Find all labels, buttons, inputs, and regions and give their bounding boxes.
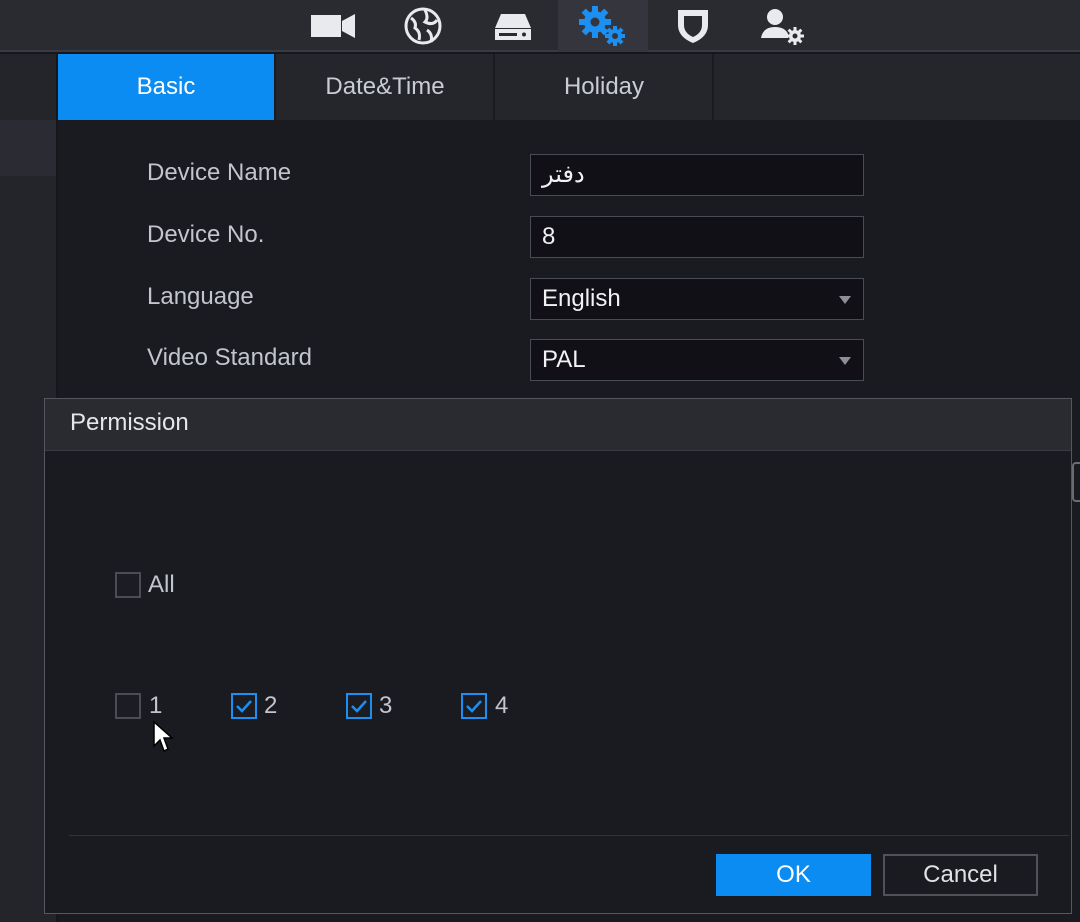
account-settings-icon[interactable] (738, 0, 828, 52)
top-toolbar (0, 0, 1080, 52)
tab-date-time[interactable]: Date&Time (277, 54, 495, 120)
device-name-label: Device Name (147, 159, 292, 186)
network-globe-icon[interactable] (378, 0, 468, 52)
system-settings-icon[interactable] (558, 0, 648, 52)
checkmark-icon (351, 700, 367, 713)
device-name-input[interactable]: دفتر (530, 154, 864, 196)
channel-2-checkbox[interactable] (231, 693, 257, 719)
language-label: Language (147, 283, 254, 310)
channel-3-checkbox[interactable] (346, 693, 372, 719)
chevron-down-icon (839, 357, 851, 365)
permission-dialog: Permission All 1 2 3 4 OK Cancel (44, 398, 1072, 914)
video-standard-select[interactable]: PAL (530, 339, 864, 381)
checkmark-icon (466, 700, 482, 713)
dialog-header: Permission (45, 399, 1071, 451)
channel-4-label: 4 (495, 692, 509, 719)
channel-3-label: 3 (379, 692, 393, 719)
channel-4-checkbox[interactable] (461, 693, 487, 719)
channel-1-label: 1 (149, 692, 163, 719)
footer-divider (69, 835, 1069, 836)
mouse-cursor-icon (153, 720, 174, 753)
tab-basic[interactable]: Basic (58, 54, 276, 120)
language-select[interactable]: English (530, 278, 864, 320)
channel-1-checkbox[interactable] (115, 693, 141, 719)
video-standard-label: Video Standard (147, 344, 313, 371)
device-no-input[interactable]: 8 (530, 216, 864, 258)
dialog-title: Permission (70, 409, 189, 436)
all-checkbox-label: All (148, 571, 175, 598)
device-no-label: Device No. (147, 221, 265, 248)
tab-bar: Basic Date&Time Holiday (58, 54, 1080, 120)
camera-icon[interactable] (288, 0, 378, 52)
chevron-down-icon (839, 296, 851, 304)
channel-2-label: 2 (264, 692, 278, 719)
checkmark-icon (236, 700, 252, 713)
tab-holiday[interactable]: Holiday (496, 54, 714, 120)
ok-button[interactable]: OK (716, 854, 871, 896)
video-standard-value: PAL (542, 346, 586, 373)
side-menu-selected-item[interactable] (0, 120, 56, 176)
all-checkbox[interactable] (115, 572, 141, 598)
language-value: English (542, 285, 621, 312)
storage-icon[interactable] (468, 0, 558, 52)
scroll-handle[interactable] (1072, 462, 1080, 502)
cancel-button[interactable]: Cancel (883, 854, 1038, 896)
security-shield-icon[interactable] (648, 0, 738, 52)
